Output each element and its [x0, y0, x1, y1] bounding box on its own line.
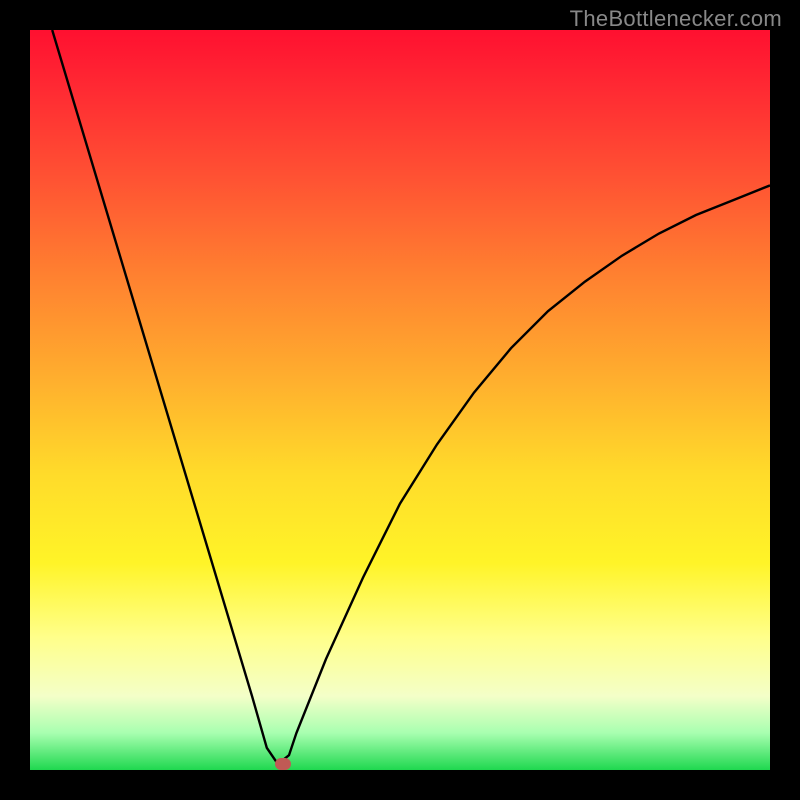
- curve-layer: [30, 30, 770, 770]
- plot-area: [30, 30, 770, 770]
- bottleneck-curve: [52, 30, 770, 764]
- watermark-text: TheBottlenecker.com: [570, 6, 782, 32]
- optimum-marker: [275, 758, 291, 770]
